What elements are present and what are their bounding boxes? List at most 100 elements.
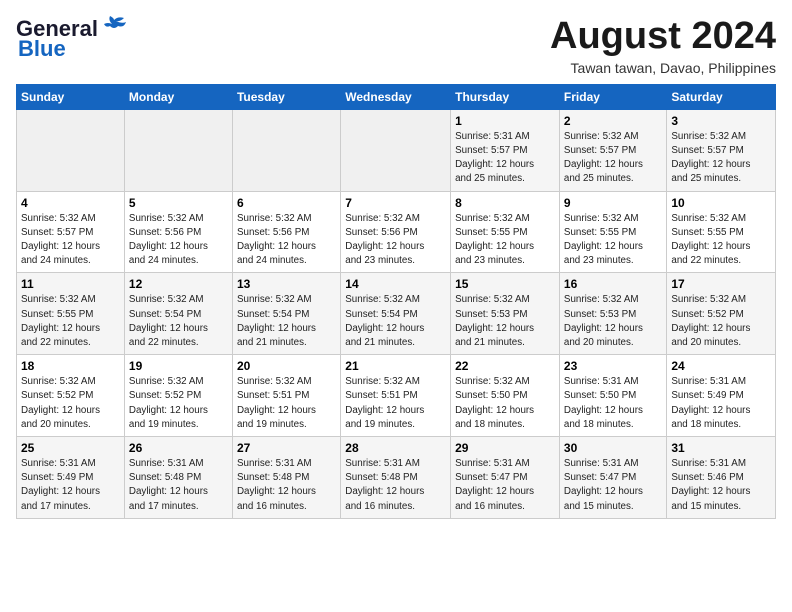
calendar-cell [341, 109, 451, 191]
calendar-cell: 27 Sunrise: 5:31 AM Sunset: 5:48 PM Dayli… [232, 437, 340, 519]
day-info: Sunrise: 5:32 AM Sunset: 5:53 PM Dayligh… [455, 293, 555, 350]
day-number: 26 [129, 441, 228, 455]
day-info: Sunrise: 5:31 AM Sunset: 5:47 PM Dayligh… [455, 457, 555, 514]
day-info: Sunrise: 5:32 AM Sunset: 5:52 PM Dayligh… [671, 293, 771, 350]
calendar-cell: 22 Sunrise: 5:32 AM Sunset: 5:50 PM Dayli… [451, 355, 560, 437]
day-number: 21 [345, 359, 446, 373]
day-info: Sunrise: 5:31 AM Sunset: 5:48 PM Dayligh… [345, 457, 446, 514]
calendar-week-row: 25 Sunrise: 5:31 AM Sunset: 5:49 PM Dayli… [17, 437, 776, 519]
calendar-cell: 16 Sunrise: 5:32 AM Sunset: 5:53 PM Dayli… [559, 273, 666, 355]
logo: General Blue [16, 16, 128, 62]
day-number: 30 [564, 441, 662, 455]
weekday-header-thursday: Thursday [451, 84, 560, 109]
day-number: 9 [564, 196, 662, 210]
calendar-cell: 10Sunrise: 5:32 AM Sunset: 5:55 PM Dayli… [667, 191, 776, 273]
day-info: Sunrise: 5:31 AM Sunset: 5:49 PM Dayligh… [21, 457, 120, 514]
calendar-cell: 5Sunrise: 5:32 AM Sunset: 5:56 PM Daylig… [124, 191, 232, 273]
day-number: 6 [237, 196, 336, 210]
calendar-table: SundayMondayTuesdayWednesdayThursdayFrid… [16, 84, 776, 519]
day-info: Sunrise: 5:32 AM Sunset: 5:55 PM Dayligh… [455, 212, 555, 269]
day-info: Sunrise: 5:32 AM Sunset: 5:52 PM Dayligh… [129, 375, 228, 432]
day-number: 11 [21, 277, 120, 291]
weekday-header-friday: Friday [559, 84, 666, 109]
day-info: Sunrise: 5:32 AM Sunset: 5:55 PM Dayligh… [564, 212, 662, 269]
day-info: Sunrise: 5:32 AM Sunset: 5:51 PM Dayligh… [237, 375, 336, 432]
day-number: 8 [455, 196, 555, 210]
day-number: 17 [671, 277, 771, 291]
day-info: Sunrise: 5:32 AM Sunset: 5:52 PM Dayligh… [21, 375, 120, 432]
calendar-cell: 15 Sunrise: 5:32 AM Sunset: 5:53 PM Dayli… [451, 273, 560, 355]
calendar-cell: 12Sunrise: 5:32 AM Sunset: 5:54 PM Dayli… [124, 273, 232, 355]
day-info: Sunrise: 5:31 AM Sunset: 5:49 PM Dayligh… [671, 375, 771, 432]
day-info: Sunrise: 5:32 AM Sunset: 5:51 PM Dayligh… [345, 375, 446, 432]
day-info: Sunrise: 5:32 AM Sunset: 5:56 PM Dayligh… [345, 212, 446, 269]
day-info: Sunrise: 5:31 AM Sunset: 5:48 PM Dayligh… [237, 457, 336, 514]
day-number: 14 [345, 277, 446, 291]
day-info: Sunrise: 5:31 AM Sunset: 5:50 PM Dayligh… [564, 375, 662, 432]
day-number: 25 [21, 441, 120, 455]
calendar-cell: 25 Sunrise: 5:31 AM Sunset: 5:49 PM Dayli… [17, 437, 125, 519]
calendar-cell: 8 Sunrise: 5:32 AM Sunset: 5:55 PM Daylig… [451, 191, 560, 273]
calendar-cell: 19 Sunrise: 5:32 AM Sunset: 5:52 PM Dayli… [124, 355, 232, 437]
logo-blue: Blue [18, 36, 66, 62]
logo-bird-icon [100, 16, 128, 38]
calendar-cell: 1Sunrise: 5:31 AM Sunset: 5:57 PM Daylig… [451, 109, 560, 191]
day-number: 3 [671, 114, 771, 128]
calendar-cell: 20 Sunrise: 5:32 AM Sunset: 5:51 PM Dayli… [232, 355, 340, 437]
day-number: 13 [237, 277, 336, 291]
weekday-header-sunday: Sunday [17, 84, 125, 109]
day-info: Sunrise: 5:31 AM Sunset: 5:46 PM Dayligh… [671, 457, 771, 514]
calendar-week-row: 4 Sunrise: 5:32 AM Sunset: 5:57 PM Daylig… [17, 191, 776, 273]
weekday-header-row: SundayMondayTuesdayWednesdayThursdayFrid… [17, 84, 776, 109]
day-number: 5 [129, 196, 228, 210]
calendar-week-row: 11Sunrise: 5:32 AM Sunset: 5:55 PM Dayli… [17, 273, 776, 355]
calendar-week-row: 18 Sunrise: 5:32 AM Sunset: 5:52 PM Dayli… [17, 355, 776, 437]
calendar-cell: 21 Sunrise: 5:32 AM Sunset: 5:51 PM Dayli… [341, 355, 451, 437]
day-number: 22 [455, 359, 555, 373]
calendar-cell: 13 Sunrise: 5:32 AM Sunset: 5:54 PM Dayli… [232, 273, 340, 355]
calendar-cell: 31Sunrise: 5:31 AM Sunset: 5:46 PM Dayli… [667, 437, 776, 519]
day-number: 20 [237, 359, 336, 373]
calendar-cell: 17 Sunrise: 5:32 AM Sunset: 5:52 PM Dayli… [667, 273, 776, 355]
day-number: 16 [564, 277, 662, 291]
calendar-cell: 29 Sunrise: 5:31 AM Sunset: 5:47 PM Dayli… [451, 437, 560, 519]
weekday-header-saturday: Saturday [667, 84, 776, 109]
day-number: 27 [237, 441, 336, 455]
day-number: 19 [129, 359, 228, 373]
calendar-cell: 4 Sunrise: 5:32 AM Sunset: 5:57 PM Daylig… [17, 191, 125, 273]
calendar-cell [232, 109, 340, 191]
calendar-cell: 30 Sunrise: 5:31 AM Sunset: 5:47 PM Dayli… [559, 437, 666, 519]
page-header: General Blue August 2024 Tawan tawan, Da… [16, 16, 776, 76]
calendar-cell: 6Sunrise: 5:32 AM Sunset: 5:56 PM Daylig… [232, 191, 340, 273]
day-number: 4 [21, 196, 120, 210]
day-info: Sunrise: 5:32 AM Sunset: 5:50 PM Dayligh… [455, 375, 555, 432]
calendar-cell: 2Sunrise: 5:32 AM Sunset: 5:57 PM Daylig… [559, 109, 666, 191]
calendar-cell: 26 Sunrise: 5:31 AM Sunset: 5:48 PM Dayli… [124, 437, 232, 519]
location-subtitle: Tawan tawan, Davao, Philippines [550, 60, 776, 76]
day-info: Sunrise: 5:32 AM Sunset: 5:54 PM Dayligh… [237, 293, 336, 350]
calendar-cell: 18 Sunrise: 5:32 AM Sunset: 5:52 PM Dayli… [17, 355, 125, 437]
calendar-cell: 28 Sunrise: 5:31 AM Sunset: 5:48 PM Dayli… [341, 437, 451, 519]
day-number: 2 [564, 114, 662, 128]
day-number: 7 [345, 196, 446, 210]
calendar-cell: 7 Sunrise: 5:32 AM Sunset: 5:56 PM Daylig… [341, 191, 451, 273]
day-info: Sunrise: 5:32 AM Sunset: 5:57 PM Dayligh… [671, 130, 771, 187]
day-number: 12 [129, 277, 228, 291]
day-info: Sunrise: 5:31 AM Sunset: 5:47 PM Dayligh… [564, 457, 662, 514]
day-number: 28 [345, 441, 446, 455]
calendar-cell [124, 109, 232, 191]
day-number: 23 [564, 359, 662, 373]
calendar-cell: 3 Sunrise: 5:32 AM Sunset: 5:57 PM Daylig… [667, 109, 776, 191]
day-info: Sunrise: 5:32 AM Sunset: 5:53 PM Dayligh… [564, 293, 662, 350]
day-number: 1 [455, 114, 555, 128]
day-number: 29 [455, 441, 555, 455]
day-number: 15 [455, 277, 555, 291]
day-info: Sunrise: 5:32 AM Sunset: 5:54 PM Dayligh… [345, 293, 446, 350]
calendar-cell: 24Sunrise: 5:31 AM Sunset: 5:49 PM Dayli… [667, 355, 776, 437]
weekday-header-wednesday: Wednesday [341, 84, 451, 109]
day-info: Sunrise: 5:31 AM Sunset: 5:48 PM Dayligh… [129, 457, 228, 514]
day-number: 18 [21, 359, 120, 373]
title-area: August 2024 Tawan tawan, Davao, Philippi… [550, 16, 776, 76]
calendar-cell [17, 109, 125, 191]
day-info: Sunrise: 5:32 AM Sunset: 5:57 PM Dayligh… [21, 212, 120, 269]
